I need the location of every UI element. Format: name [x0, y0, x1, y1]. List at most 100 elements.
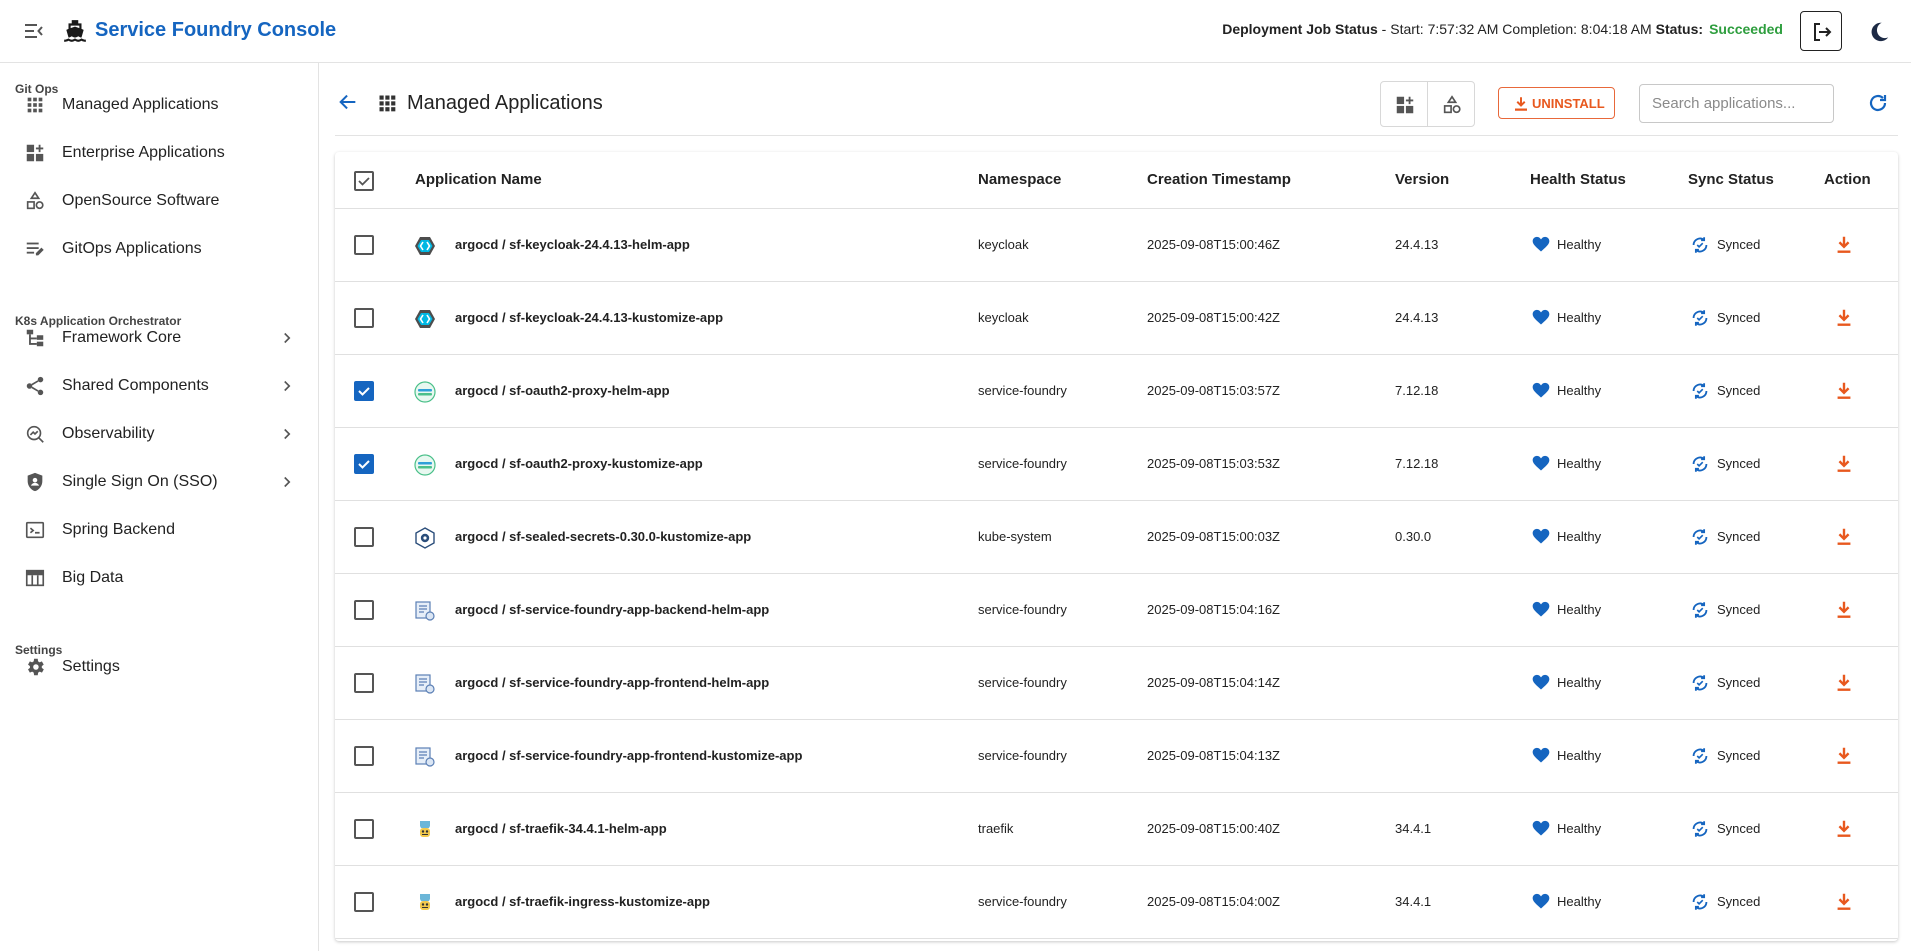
search-insights-icon: [24, 423, 46, 445]
search-input[interactable]: [1639, 84, 1834, 123]
sidebar: Git Ops Managed Applications Enterprise …: [0, 63, 319, 951]
application-name[interactable]: argocd / sf-service-foundry-app-backend-…: [455, 602, 769, 617]
table-row[interactable]: argocd / sf-service-foundry-app-frontend…: [335, 720, 1898, 793]
uninstall-row-button[interactable]: [1833, 891, 1855, 913]
logout-button[interactable]: [1800, 11, 1842, 51]
column-header-health-status[interactable]: Health Status: [1530, 171, 1626, 188]
application-name[interactable]: argocd / sf-service-foundry-app-frontend…: [455, 748, 802, 763]
dark-mode-icon[interactable]: [1866, 19, 1892, 45]
synced-icon: [1692, 821, 1708, 837]
uninstall-download-icon: [1837, 236, 1851, 253]
select-all-checkbox[interactable]: [354, 171, 374, 191]
row-checkbox[interactable]: [354, 454, 374, 474]
sidebar-item-enterprise-applications[interactable]: Enterprise Applications: [0, 131, 319, 175]
synced-icon: [1692, 456, 1708, 472]
back-arrow-icon[interactable]: [337, 91, 359, 113]
gear-icon: [24, 656, 46, 678]
uninstall-label: UNINSTALL: [1532, 96, 1605, 111]
row-checkbox[interactable]: [354, 819, 374, 839]
application-name[interactable]: argocd / sf-traefik-34.4.1-helm-app: [455, 821, 667, 836]
sidebar-item-spring-backend[interactable]: Spring Backend: [0, 508, 319, 552]
sidebar-item-single-sign-on[interactable]: Single Sign On (SSO): [0, 460, 319, 504]
sidebar-item-framework-core[interactable]: Framework Core: [0, 316, 319, 360]
application-name[interactable]: argocd / sf-keycloak-24.4.13-helm-app: [455, 237, 690, 252]
sidebar-item-label: Settings: [62, 658, 120, 675]
opensource-apps-button[interactable]: [1428, 82, 1475, 126]
row-checkbox[interactable]: [354, 892, 374, 912]
refresh-icon[interactable]: [1866, 91, 1890, 115]
table-row[interactable]: argocd / sf-keycloak-24.4.13-kustomize-a…: [335, 282, 1898, 355]
uninstall-button[interactable]: UNINSTALL: [1498, 87, 1615, 119]
app-title[interactable]: Service Foundry Console: [95, 19, 336, 42]
sidebar-item-gitops-applications[interactable]: GitOps Applications: [0, 227, 319, 271]
table-row[interactable]: argocd / sf-oauth2-proxy-helm-app service…: [335, 355, 1898, 428]
column-header-sync-status[interactable]: Sync Status: [1688, 171, 1774, 188]
table-row[interactable]: argocd / sf-keycloak-24.4.13-helm-app key…: [335, 209, 1898, 282]
row-checkbox[interactable]: [354, 381, 374, 401]
sidebar-item-observability[interactable]: Observability: [0, 412, 319, 456]
column-header-version[interactable]: Version: [1395, 171, 1449, 188]
table-row[interactable]: argocd / sf-service-foundry-app-backend-…: [335, 574, 1898, 647]
application-name[interactable]: argocd / sf-keycloak-24.4.13-kustomize-a…: [455, 310, 723, 325]
oauth2-proxy-logo-icon: [413, 380, 437, 404]
healthy-heart-icon: [1532, 236, 1550, 252]
sidebar-item-opensource-software[interactable]: OpenSource Software: [0, 179, 319, 223]
application-name[interactable]: argocd / sf-oauth2-proxy-kustomize-app: [455, 456, 703, 471]
table-row[interactable]: argocd / sf-service-foundry-app-frontend…: [335, 647, 1898, 720]
uninstall-row-button[interactable]: [1833, 453, 1855, 475]
healthy-heart-icon: [1532, 747, 1550, 763]
healthy-heart-icon: [1532, 674, 1550, 690]
view-toggle-group: [1380, 81, 1475, 127]
namespace: traefik: [978, 821, 1014, 836]
uninstall-row-button[interactable]: [1833, 745, 1855, 767]
uninstall-row-button[interactable]: [1833, 526, 1855, 548]
row-checkbox[interactable]: [354, 308, 374, 328]
application-name[interactable]: argocd / sf-service-foundry-app-frontend…: [455, 675, 769, 690]
healthy-heart-icon: [1532, 820, 1550, 836]
status-value: Succeeded: [1709, 21, 1783, 37]
version: 24.4.13: [1395, 310, 1439, 325]
sync-label: Synced: [1717, 456, 1761, 471]
uninstall-row-button[interactable]: [1833, 599, 1855, 621]
table-row[interactable]: argocd / sf-traefik-ingress-kustomize-ap…: [335, 866, 1898, 939]
creation-timestamp: 2025-09-08T15:04:16Z: [1147, 602, 1280, 617]
row-checkbox[interactable]: [354, 673, 374, 693]
column-header-application-name[interactable]: Application Name: [415, 171, 542, 188]
column-header-namespace[interactable]: Namespace: [978, 171, 1061, 188]
row-checkbox[interactable]: [354, 235, 374, 255]
creation-timestamp: 2025-09-08T15:04:14Z: [1147, 675, 1280, 690]
keycloak-logo-icon: [413, 234, 437, 258]
row-checkbox[interactable]: [354, 746, 374, 766]
uninstall-row-button[interactable]: [1833, 307, 1855, 329]
application-name[interactable]: argocd / sf-traefik-ingress-kustomize-ap…: [455, 894, 710, 909]
sidebar-item-big-data[interactable]: Big Data: [0, 556, 319, 600]
namespace: service-foundry: [978, 456, 1067, 471]
menu-collapse-icon[interactable]: [22, 19, 46, 43]
sidebar-item-managed-applications[interactable]: Managed Applications: [0, 83, 319, 127]
uninstall-row-button[interactable]: [1833, 234, 1855, 256]
deployment-job-status: Deployment Job Status - Start: 7:57:32 A…: [1222, 21, 1783, 37]
table-row[interactable]: argocd / sf-oauth2-proxy-kustomize-app se…: [335, 428, 1898, 501]
namespace: service-foundry: [978, 894, 1067, 909]
enterprise-apps-button[interactable]: [1381, 82, 1428, 126]
application-name[interactable]: argocd / sf-oauth2-proxy-helm-app: [455, 383, 670, 398]
synced-icon: [1692, 675, 1708, 691]
table-row[interactable]: argocd / sf-sealed-secrets-0.30.0-kustom…: [335, 501, 1898, 574]
uninstall-row-button[interactable]: [1833, 672, 1855, 694]
row-checkbox[interactable]: [354, 527, 374, 547]
application-name[interactable]: argocd / sf-sealed-secrets-0.30.0-kustom…: [455, 529, 751, 544]
uninstall-row-button[interactable]: [1833, 380, 1855, 402]
synced-icon: [1692, 894, 1708, 910]
sidebar-item-shared-components[interactable]: Shared Components: [0, 364, 319, 408]
sidebar-item-settings[interactable]: Settings: [0, 645, 319, 689]
sidebar-item-label: Single Sign On (SSO): [62, 473, 218, 490]
uninstall-row-button[interactable]: [1833, 818, 1855, 840]
header-divider: [335, 135, 1898, 136]
row-checkbox[interactable]: [354, 600, 374, 620]
namespace: service-foundry: [978, 383, 1067, 398]
version: 0.30.0: [1395, 529, 1432, 544]
apps-grid-icon: [24, 94, 46, 116]
sync-label: Synced: [1717, 894, 1761, 909]
table-row[interactable]: argocd / sf-traefik-34.4.1-helm-app traef…: [335, 793, 1898, 866]
column-header-creation-timestamp[interactable]: Creation Timestamp: [1147, 171, 1291, 188]
